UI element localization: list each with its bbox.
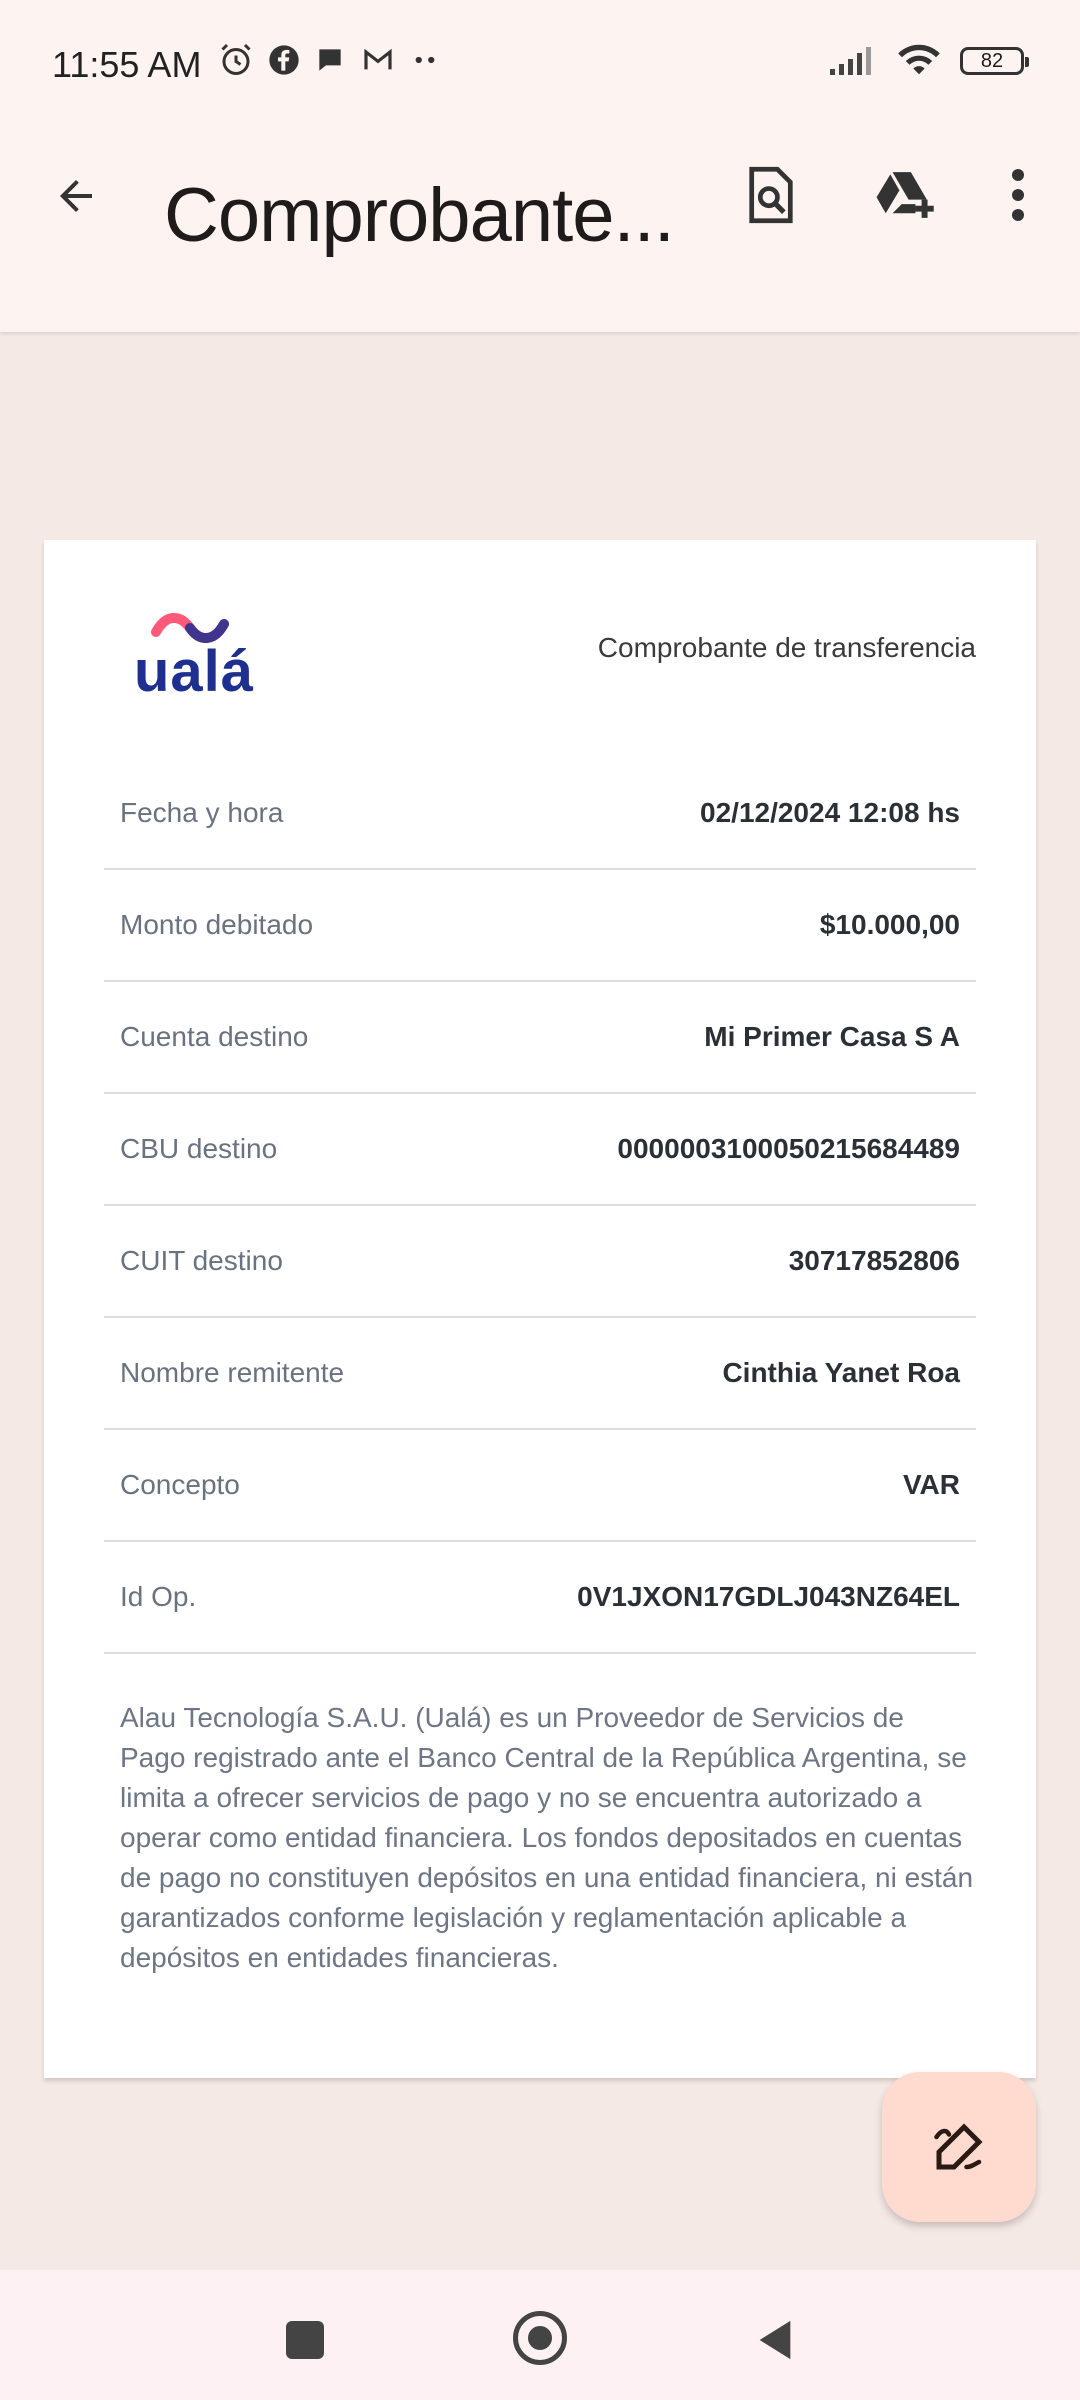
find-in-page-icon bbox=[749, 166, 793, 224]
more-notifications-icon bbox=[415, 56, 435, 64]
row-label: CBU destino bbox=[120, 1133, 278, 1164]
row-cuenta-destino: Cuenta destino Mi Primer Casa S A bbox=[104, 982, 976, 1094]
row-label: Cuenta destino bbox=[120, 1021, 309, 1052]
row-value: $10.000,00 bbox=[819, 909, 960, 940]
circle-icon bbox=[513, 2311, 567, 2365]
back-nav-button[interactable] bbox=[736, 2308, 814, 2372]
notification-icons bbox=[218, 42, 440, 78]
row-value: Cinthia Yanet Roa bbox=[722, 1357, 960, 1388]
row-value: VAR bbox=[902, 1469, 960, 1500]
add-to-drive-icon bbox=[876, 172, 934, 218]
find-in-document-button[interactable] bbox=[734, 158, 808, 232]
details-table: Fecha y hora 02/12/2024 12:08 hs Monto d… bbox=[104, 758, 976, 1654]
receipt-title: Comprobante de transferencia bbox=[597, 632, 976, 663]
row-label: Fecha y hora bbox=[120, 797, 284, 828]
row-value: 02/12/2024 12:08 hs bbox=[700, 797, 960, 828]
row-label: CUIT destino bbox=[120, 1245, 283, 1276]
row-cbu-destino: CBU destino 0000003100050215684489 bbox=[104, 1094, 976, 1206]
more-options-button[interactable] bbox=[990, 158, 1046, 232]
battery-icon: 82 bbox=[960, 47, 1029, 75]
row-label: Id Op. bbox=[120, 1581, 197, 1612]
uala-wordmark: ualá bbox=[134, 639, 255, 704]
gmail-icon bbox=[364, 48, 392, 70]
page-title: Comprobante... bbox=[164, 173, 675, 258]
row-monto: Monto debitado $10.000,00 bbox=[104, 870, 976, 982]
receipt-document: ualá Comprobante de transferencia Fecha … bbox=[44, 540, 1036, 2078]
row-label: Nombre remitente bbox=[120, 1357, 345, 1388]
row-value: 30717852806 bbox=[788, 1245, 960, 1276]
row-nombre-remitente: Nombre remitente Cinthia Yanet Roa bbox=[104, 1318, 976, 1430]
facebook-icon bbox=[269, 45, 299, 75]
more-vert-icon bbox=[1012, 169, 1024, 221]
row-cuit-destino: CUIT destino 30717852806 bbox=[104, 1206, 976, 1318]
triangle-back-icon bbox=[759, 2320, 791, 2360]
system-icons: 82 bbox=[828, 44, 1029, 78]
alarm-icon bbox=[221, 43, 251, 75]
row-concepto: Concepto VAR bbox=[104, 1430, 976, 1542]
row-fecha-hora: Fecha y hora 02/12/2024 12:08 hs bbox=[104, 758, 976, 870]
square-icon bbox=[286, 2321, 324, 2359]
recents-button[interactable] bbox=[266, 2310, 344, 2370]
legal-disclaimer: Alau Tecnología S.A.U. (Ualá) es un Prov… bbox=[120, 1702, 974, 1973]
arrow-back-icon bbox=[60, 180, 92, 212]
signal-icon bbox=[830, 47, 871, 75]
row-value: 0V1JXON17GDLJ043NZ64EL bbox=[577, 1581, 960, 1612]
pen-edit-icon bbox=[934, 2123, 983, 2170]
row-value: Mi Primer Casa S A bbox=[704, 1021, 960, 1052]
row-id-op: Id Op. 0V1JXON17GDLJ043NZ64EL bbox=[104, 1542, 976, 1654]
battery-level: 82 bbox=[980, 49, 1004, 72]
chat-icon bbox=[319, 49, 341, 71]
row-value: 0000003100050215684489 bbox=[617, 1133, 960, 1164]
wifi-icon bbox=[898, 44, 940, 75]
back-button[interactable] bbox=[40, 160, 112, 232]
status-time: 11:55 AM bbox=[52, 44, 202, 85]
status-bar: 11:55 AM 82 bbox=[0, 0, 1080, 130]
row-label: Concepto bbox=[120, 1469, 240, 1500]
app-bar: Comprobante... bbox=[0, 130, 1080, 332]
uala-logo: ualá bbox=[132, 602, 255, 704]
add-to-drive-button[interactable] bbox=[862, 158, 946, 232]
home-button[interactable] bbox=[500, 2302, 580, 2374]
annotate-button[interactable] bbox=[882, 2072, 1036, 2222]
system-nav-bar bbox=[0, 2270, 1080, 2400]
row-label: Monto debitado bbox=[120, 909, 314, 940]
